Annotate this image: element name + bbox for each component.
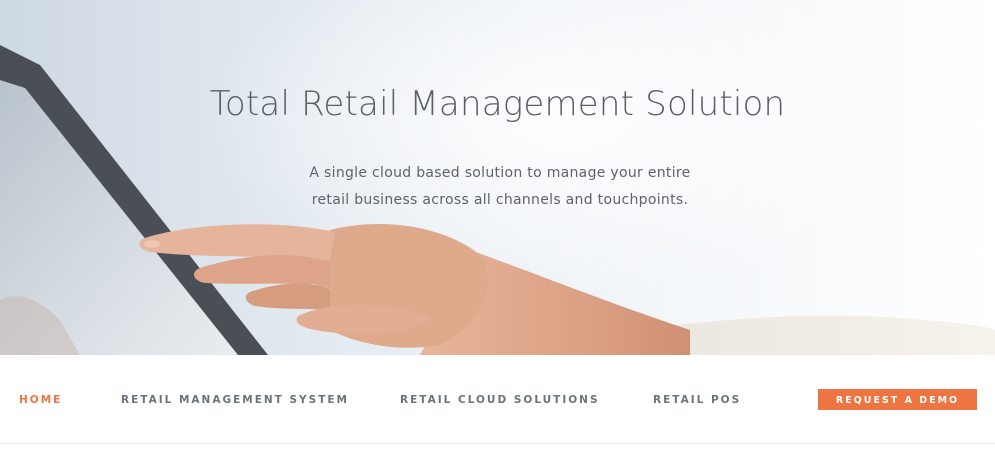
nav-item-home[interactable]: HOME (19, 394, 62, 406)
nav-item-retail-pos[interactable]: RETAIL POS (653, 394, 741, 406)
hero-title: Total Retail Management Solution (209, 84, 786, 124)
main-navigation: HOME RETAIL MANAGEMENT SYSTEM RETAIL CLO… (0, 355, 995, 444)
nav-item-retail-management-system[interactable]: RETAIL MANAGEMENT SYSTEM (121, 394, 349, 406)
hero-subtitle-line-1: A single cloud based solution to manage … (309, 165, 691, 181)
request-demo-button[interactable]: REQUEST A DEMO (818, 389, 977, 410)
hero-subtitle: A single cloud based solution to manage … (275, 160, 725, 214)
hero-subtitle-line-2: retail business across all channels and … (311, 192, 689, 208)
hero-banner: Total Retail Management Solution A singl… (0, 0, 995, 355)
nav-item-retail-cloud-solutions[interactable]: RETAIL CLOUD SOLUTIONS (400, 394, 600, 406)
